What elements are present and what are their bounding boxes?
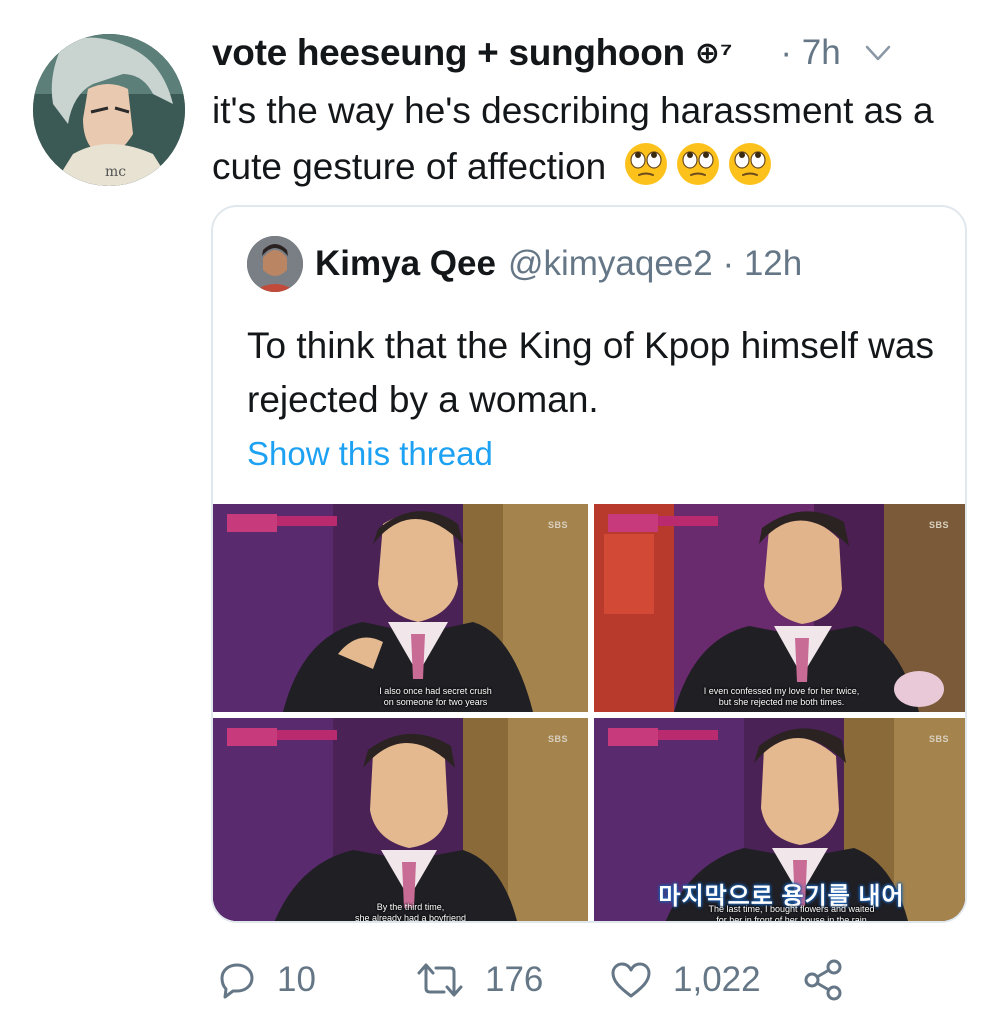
quoted-author-handle[interactable]: @kimyaqee2 · 12h xyxy=(508,244,802,284)
channel-logo: SBS xyxy=(547,734,568,744)
quoted-author-name[interactable]: Kimya Qee xyxy=(315,244,496,284)
subtitle-line-1: I even confessed my love for her twice, xyxy=(703,686,860,696)
media-image-4[interactable]: SBS 마지막으로 용기를 내어 The last time, I bought… xyxy=(594,718,965,923)
retweet-icon xyxy=(417,963,463,997)
svg-text:mc: mc xyxy=(105,164,126,180)
subtitle-line-1: By the third time, xyxy=(376,902,445,912)
quoted-author-avatar[interactable] xyxy=(247,236,303,292)
subtitle-line-1: I also once had secret crush xyxy=(379,686,492,696)
media-image-2[interactable]: SBS I even confessed my love for her twi… xyxy=(594,504,965,712)
reply-count: 10 xyxy=(277,960,316,999)
subtitle-line-2: but she rejected me both times. xyxy=(718,697,845,707)
tweet-text: it's the way he's describing harassment … xyxy=(212,83,972,195)
rolling-eyes-emoji-icon xyxy=(676,143,719,185)
image-subtitle: The last time, I bought flowers and wait… xyxy=(654,904,929,923)
subtitle-line-2: for her in front of her house in the rai… xyxy=(716,915,867,923)
author-name[interactable]: vote heeseung + sunghoon xyxy=(212,32,685,74)
image-subtitle: I even confessed my love for her twice, … xyxy=(654,686,909,708)
share-button[interactable] xyxy=(801,955,845,1005)
media-grid: SBS I also once had secret crush on some… xyxy=(213,504,965,923)
author-name-emoji: ⊕⁷ xyxy=(694,36,733,70)
subtitle-line-2: she already had a boyfriend xyxy=(354,913,467,923)
author-avatar[interactable]: mc xyxy=(33,34,185,186)
quoted-tweet-text: To think that the King of Kpop himself w… xyxy=(247,325,934,420)
media-image-3[interactable]: SBS By the third time, she already had a… xyxy=(213,718,588,923)
reply-icon xyxy=(220,963,254,999)
image-subtitle: I also once had secret crush on someone … xyxy=(303,686,568,708)
channel-logo: SBS xyxy=(928,734,949,744)
channel-logo: SBS xyxy=(547,520,568,530)
channel-logo: SBS xyxy=(928,520,949,530)
like-button[interactable]: 1,022 xyxy=(609,955,761,1005)
image-subtitle: By the third time, she already had a boy… xyxy=(293,902,528,923)
media-image-1[interactable]: SBS I also once had secret crush on some… xyxy=(213,504,588,712)
chevron-down-icon[interactable] xyxy=(861,36,895,70)
subtitle-line-2: on someone for two years xyxy=(383,697,488,707)
reply-button[interactable]: 10 xyxy=(217,955,316,1005)
retweet-button[interactable]: 176 xyxy=(415,955,543,1005)
quoted-tweet[interactable]: Kimya Qee @kimyaqee2 · 12h To think that… xyxy=(211,205,967,923)
quoted-tweet-header: Kimya Qee @kimyaqee2 · 12h xyxy=(247,235,802,293)
heart-icon xyxy=(611,962,651,998)
like-count: 1,022 xyxy=(673,960,761,999)
retweet-count: 176 xyxy=(485,960,544,999)
rolling-eyes-emoji-icon xyxy=(728,143,771,185)
share-icon xyxy=(804,959,842,1001)
show-thread-link[interactable]: Show this thread xyxy=(247,435,493,473)
tweet-body: it's the way he's describing harassment … xyxy=(212,90,934,187)
tweet-header: vote heeseung + sunghoon ⊕⁷ · 7h xyxy=(212,28,960,78)
rolling-eyes-emoji-icon xyxy=(624,143,667,185)
tweet-time[interactable]: · 7h xyxy=(780,33,840,73)
tweet-actions: 10 176 1,022 xyxy=(211,955,971,1005)
subtitle-line-1: The last time, I bought flowers and wait… xyxy=(708,904,875,914)
